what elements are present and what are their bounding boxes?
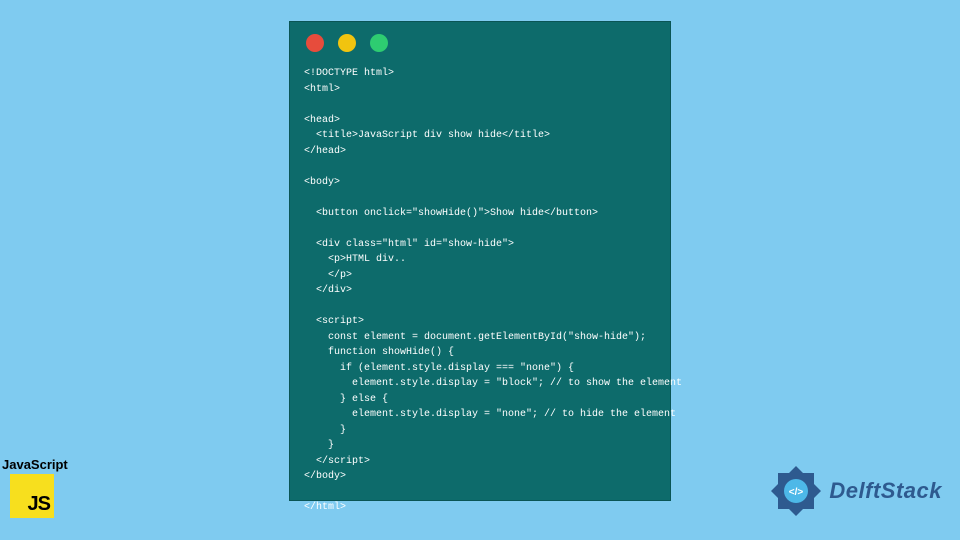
code-content: <!DOCTYPE html> <html> <head> <title>Jav… xyxy=(304,66,656,516)
javascript-logo-icon: JS xyxy=(10,474,54,518)
javascript-badge: JavaScript JS xyxy=(0,457,80,518)
maximize-icon xyxy=(370,34,388,52)
code-editor-window: <!DOCTYPE html> <html> <head> <title>Jav… xyxy=(289,21,671,501)
window-controls xyxy=(306,34,656,52)
close-icon xyxy=(306,34,324,52)
javascript-label: JavaScript xyxy=(2,457,80,472)
delftstack-icon: </> xyxy=(769,464,823,518)
delftstack-logo: </> DelftStack xyxy=(769,464,942,518)
minimize-icon xyxy=(338,34,356,52)
svg-text:</>: </> xyxy=(789,487,804,498)
javascript-logo-text: JS xyxy=(28,493,50,516)
delftstack-text: DelftStack xyxy=(829,478,942,504)
